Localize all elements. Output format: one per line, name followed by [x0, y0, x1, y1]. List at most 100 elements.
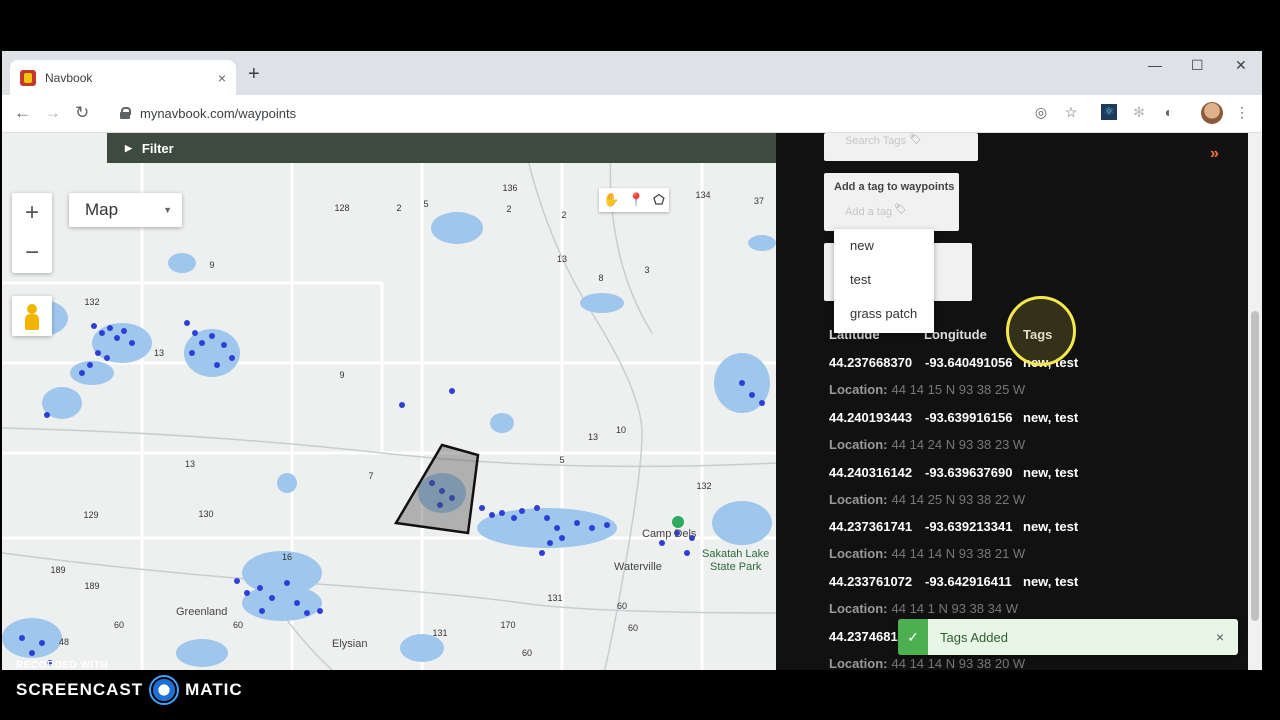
road-label: 48: [59, 637, 69, 647]
extension-circle-icon[interactable]: ◐: [1161, 104, 1177, 120]
road-label: 5: [559, 455, 564, 465]
road-label: 2: [396, 203, 401, 213]
map-type-select[interactable]: Map ▼: [69, 193, 182, 227]
location-value: 44 14 1 N 93 38 34 W: [891, 601, 1018, 616]
cursor-highlight: [1006, 296, 1076, 366]
road-label: 60: [522, 648, 532, 658]
road-label: 134: [695, 190, 710, 200]
place-label-elysian: Elysian: [332, 638, 367, 650]
new-tab-button[interactable]: +: [248, 63, 260, 86]
tag-icon: 🏷: [894, 204, 907, 215]
road-label: 189: [50, 565, 65, 575]
add-tag-input[interactable]: Add a tag: [845, 206, 892, 218]
address-bar[interactable]: mynavbook.com/waypoints: [110, 99, 1090, 127]
filter-toggle[interactable]: ▶ Filter: [107, 133, 776, 163]
record-dot-icon: [149, 675, 180, 705]
waypoints-panel: » Search Tags 🏷 Add a tag to waypoints A…: [776, 133, 1248, 670]
tags-value: new, test: [1023, 465, 1079, 480]
search-tags-input[interactable]: Search Tags 🏷: [824, 133, 978, 161]
page-content: 136 136 134 37 128 2 5 2 2 9 13 8 3 132: [2, 133, 1262, 670]
road-label: 37: [754, 196, 764, 206]
watermark-logo: SCREENCAST MATIC: [16, 675, 243, 705]
drawing-toolbar: ✋ 📍 ⬠: [599, 188, 669, 212]
location-label: Location:: [829, 601, 888, 616]
filter-label: Filter: [141, 140, 174, 156]
place-label-greenland: Greenland: [176, 606, 227, 618]
street-view-pegman-icon[interactable]: [12, 296, 52, 336]
table-row[interactable]: 44.240193443 -93.639916156 new, test: [829, 410, 1078, 425]
location-value: 44 14 14 N 93 38 21 W: [891, 546, 1026, 561]
latitude-value: 44.23746810: [829, 629, 905, 644]
back-arrow-icon[interactable]: ←: [14, 103, 31, 123]
table-row[interactable]: 44.237668370 -93.640491056 new, test: [829, 355, 1078, 370]
park-marker-icon[interactable]: [672, 516, 684, 528]
table-row[interactable]: 44.240316142 -93.639637690 new, test: [829, 465, 1078, 480]
tab-strip: Navbook × + — ☐ ✕: [2, 51, 1262, 95]
browser-toolbar: ← → ↻ mynavbook.com/waypoints ◎ ☆ ⚛ ✻ ◐ …: [2, 95, 1262, 133]
latitude-value: 44.240193443: [829, 410, 913, 425]
longitude-value: -93.642916411: [925, 574, 1012, 589]
scrollbar-thumb[interactable]: [1251, 311, 1259, 621]
road-label: 136: [502, 183, 517, 193]
table-row[interactable]: 44.237361741 -93.639213341 new, test: [829, 519, 1078, 534]
marker-pin-icon[interactable]: 📍: [628, 192, 644, 208]
tag-option-grass-patch[interactable]: grass patch: [834, 297, 934, 331]
tag-option-new[interactable]: new: [834, 229, 934, 263]
location-icon[interactable]: ◎: [1033, 104, 1049, 120]
bookmark-star-icon[interactable]: ☆: [1063, 104, 1079, 120]
map-type-label: Map: [85, 200, 119, 219]
place-label-sakatah: Sakatah Lake: [702, 548, 769, 560]
extension-icon[interactable]: ✻: [1131, 104, 1147, 120]
zoom-out-button[interactable]: −: [12, 233, 52, 273]
location-label: Location:: [829, 492, 888, 507]
zoom-controls: + −: [12, 193, 52, 273]
road-label: 131: [432, 628, 447, 638]
maximize-button[interactable]: ☐: [1191, 57, 1204, 74]
road-label: 5: [423, 199, 428, 209]
profile-avatar[interactable]: [1201, 102, 1223, 124]
watermark-recorded: RECORDED WITH: [16, 660, 109, 671]
tag-option-test[interactable]: test: [834, 263, 934, 297]
location-line: Location: 44 14 14 N 93 38 21 W: [829, 546, 1025, 561]
page-scrollbar[interactable]: [1248, 133, 1262, 670]
latitude-value: 44.233761072: [829, 574, 913, 589]
browser-window: Navbook × + — ☐ ✕ ← → ↻ mynavbook.com/wa…: [2, 51, 1262, 670]
minimize-button[interactable]: —: [1148, 57, 1162, 73]
polygon-draw-icon[interactable]: ⬠: [653, 192, 664, 208]
tab-close-icon[interactable]: ×: [218, 70, 226, 86]
zoom-in-button[interactable]: +: [12, 193, 52, 233]
road-label: 3: [644, 265, 649, 275]
map-view[interactable]: 136 136 134 37 128 2 5 2 2 9 13 8 3 132: [2, 133, 776, 670]
road-label: 132: [84, 297, 99, 307]
location-label: Location:: [829, 382, 888, 397]
road-label: 9: [339, 370, 344, 380]
road-label: 129: [83, 510, 98, 520]
tab-navbook[interactable]: Navbook ×: [10, 60, 236, 95]
location-line: Location: 44 14 15 N 93 38 25 W: [829, 382, 1025, 397]
location-line: Location: 44 14 14 N 93 38 20 W: [829, 656, 1025, 670]
close-window-button[interactable]: ✕: [1235, 57, 1247, 74]
collapse-panel-icon[interactable]: »: [1210, 145, 1219, 163]
menu-kebab-icon[interactable]: ⋮: [1234, 104, 1250, 120]
table-row[interactable]: 44.233761072 -93.642916411 new, test: [829, 574, 1078, 589]
latitude-value: 44.237668370: [829, 355, 913, 370]
road-label: 16: [282, 552, 292, 562]
dropdown-arrow-icon: ▼: [163, 205, 172, 215]
react-devtools-icon[interactable]: ⚛: [1101, 104, 1117, 120]
table-row[interactable]: 44.23746810: [829, 629, 905, 644]
search-tags-placeholder: Search Tags: [845, 135, 906, 147]
screencast-watermark: RECORDED WITH SCREENCAST MATIC: [16, 660, 243, 705]
forward-arrow-icon[interactable]: →: [44, 103, 61, 123]
tags-value: new, test: [1023, 519, 1079, 534]
location-label: Location:: [829, 437, 888, 452]
road-label: 9: [209, 260, 214, 270]
road-label: 128: [334, 203, 349, 213]
toast-close-icon[interactable]: ×: [1216, 629, 1224, 645]
road-label: 13: [557, 254, 567, 264]
hand-pan-icon[interactable]: ✋: [603, 192, 619, 208]
road-label: 60: [628, 623, 638, 633]
road-label: 7: [368, 471, 373, 481]
road-label: 60: [114, 620, 124, 630]
reload-icon[interactable]: ↻: [75, 103, 89, 123]
location-value: 44 14 14 N 93 38 20 W: [891, 656, 1026, 670]
